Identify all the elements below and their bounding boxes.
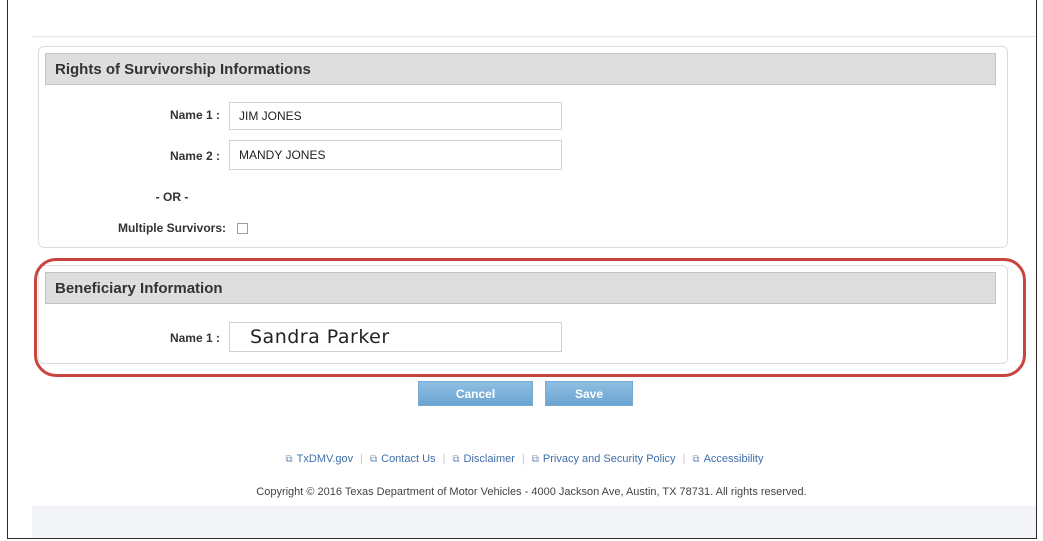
footer-divider: |: [360, 453, 363, 465]
footer-divider: |: [682, 453, 686, 465]
external-link-icon: ⧉: [369, 453, 378, 465]
survivor-name1-label: Name 1 :: [169, 108, 220, 122]
beneficiary-header: Beneficiary Information: [45, 272, 996, 304]
survivor-name2-value: MANDY JONES: [239, 148, 326, 162]
survivorship-header: Rights of Survivorship Informations: [45, 53, 996, 85]
survivor-name1-input[interactable]: JIM JONES: [229, 102, 562, 130]
top-divider: [32, 36, 1036, 37]
multiple-survivors-checkbox[interactable]: [237, 223, 248, 234]
cancel-button[interactable]: Cancel: [418, 381, 533, 406]
copyright-text: Copyright © 2016 Texas Department of Mot…: [256, 486, 807, 498]
footer-link-accessibility[interactable]: ⧉ Accessibility: [692, 453, 763, 465]
multiple-survivors-label: Multiple Survivors:: [117, 221, 226, 235]
survivor-name2-label: Name 2 :: [169, 149, 220, 163]
save-button[interactable]: Save: [545, 381, 633, 406]
beneficiary-name1-label: Name 1 :: [169, 331, 220, 345]
footer-link-contact[interactable]: ⧉ Contact Us: [370, 453, 436, 465]
survivor-name2-input[interactable]: MANDY JONES: [229, 140, 562, 170]
footer-link-disclaimer[interactable]: ⧉ Disclaimer: [452, 453, 514, 465]
external-link-icon: ⧉: [285, 453, 293, 465]
footer-link-privacy[interactable]: ⧉ Privacy and Security Policy: [532, 453, 676, 465]
footer-divider: |: [521, 453, 525, 465]
survivorship-title: Rights of Survivorship Informations: [55, 60, 311, 78]
or-separator: - OR -: [155, 190, 189, 204]
external-link-icon: ⧉: [531, 453, 539, 465]
external-link-icon: ⧉: [452, 453, 460, 465]
survivor-name1-value: JIM JONES: [239, 109, 302, 123]
beneficiary-title: Beneficiary Information: [55, 279, 223, 297]
bottom-band: [32, 506, 1036, 538]
footer-divider: |: [442, 453, 446, 465]
footer-link-txdmv[interactable]: ⧉ TxDMV.gov: [286, 453, 354, 465]
beneficiary-name1-value: Sandra Parker: [250, 326, 390, 348]
footer-links: ⧉ TxDMV.gov | ⧉ Contact Us | ⧉ Disclaime…: [0, 453, 1043, 465]
external-link-icon: ⧉: [692, 453, 700, 465]
beneficiary-name1-input[interactable]: Sandra Parker: [229, 322, 562, 352]
